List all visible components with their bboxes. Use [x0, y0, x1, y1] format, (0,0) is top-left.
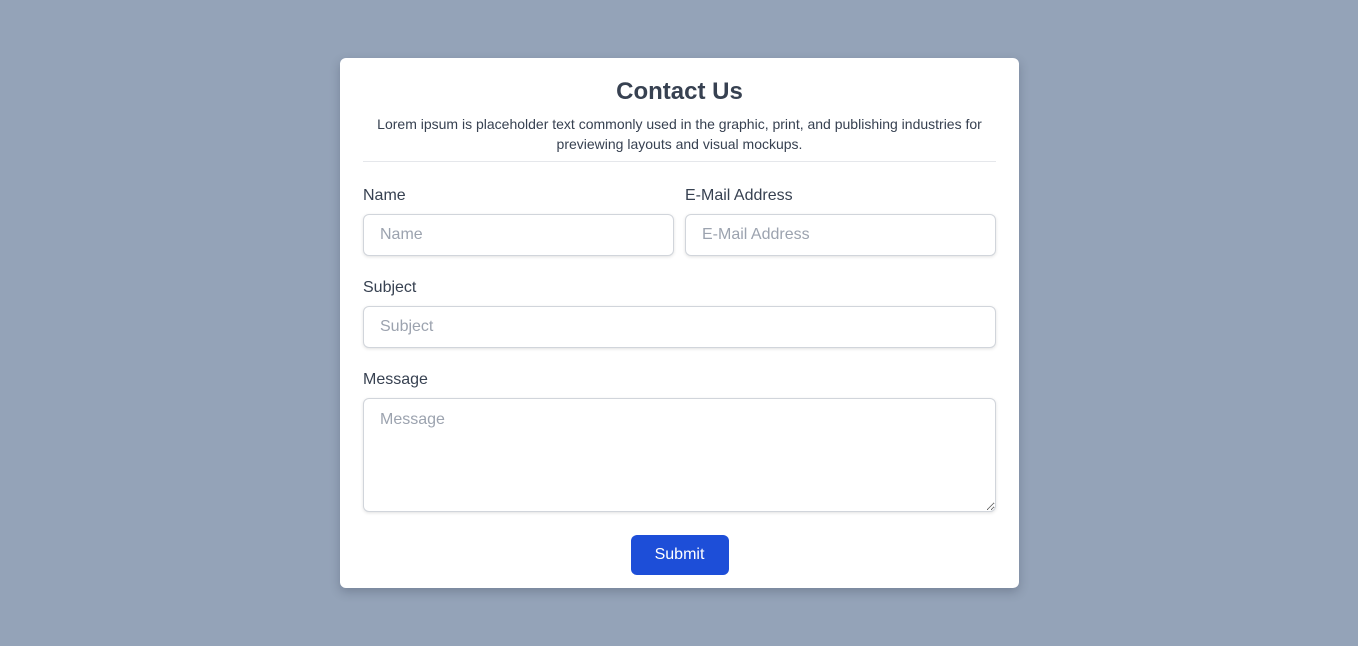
name-label: Name	[363, 187, 406, 204]
subject-label: Subject	[363, 279, 417, 296]
email-field-group: E-Mail Address	[685, 186, 996, 256]
form-header: Contact Us Lorem ipsum is placeholder te…	[363, 58, 996, 162]
form-actions: Submit	[363, 535, 996, 575]
email-label: E-Mail Address	[685, 187, 793, 204]
submit-button[interactable]: Submit	[630, 535, 729, 575]
subject-field-group: Subject	[363, 278, 996, 348]
message-label: Message	[363, 371, 428, 388]
name-field-group: Name	[363, 186, 674, 256]
message-field-group: Message	[363, 370, 996, 512]
name-email-row: Name E-Mail Address	[363, 186, 996, 256]
subject-input[interactable]	[363, 306, 996, 348]
subject-row: Subject	[363, 278, 996, 348]
email-input[interactable]	[685, 214, 996, 256]
message-row: Message	[363, 370, 996, 512]
contact-form: Name E-Mail Address Subject Message Subm…	[363, 186, 996, 575]
contact-form-card: Contact Us Lorem ipsum is placeholder te…	[340, 58, 1019, 588]
page-title: Contact Us	[616, 78, 743, 105]
form-description: Lorem ipsum is placeholder text commonly…	[377, 116, 982, 152]
name-input[interactable]	[363, 214, 674, 256]
message-textarea[interactable]	[363, 398, 996, 512]
